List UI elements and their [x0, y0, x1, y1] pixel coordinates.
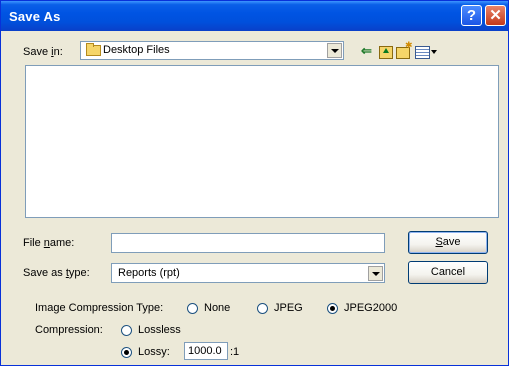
- views-dropdown-arrow-icon[interactable]: [431, 50, 437, 54]
- radio-jpeg[interactable]: [257, 303, 268, 314]
- radio-lossless-label: Lossless: [138, 324, 181, 336]
- radio-jpeg-label: JPEG: [274, 302, 303, 314]
- cancel-button[interactable]: Cancel: [408, 261, 488, 284]
- radio-lossy[interactable]: [121, 347, 132, 358]
- radio-jpeg2000[interactable]: [327, 303, 338, 314]
- save-in-dropdown[interactable]: Desktop Files: [80, 41, 344, 60]
- save-as-type-dropdown[interactable]: Reports (rpt): [111, 263, 385, 283]
- chevron-down-icon[interactable]: [368, 266, 383, 281]
- file-name-label: File name:: [23, 237, 75, 249]
- save-button[interactable]: Save: [408, 231, 488, 254]
- radio-jpeg2000-label: JPEG2000: [344, 302, 398, 314]
- views-menu-icon[interactable]: [415, 46, 430, 59]
- radio-none-label: None: [204, 302, 231, 314]
- window-title: Save As: [9, 9, 61, 24]
- close-button[interactable]: ✕: [485, 5, 506, 26]
- compression-type-label: Image Compression Type:: [35, 302, 164, 314]
- radio-none[interactable]: [187, 303, 198, 314]
- help-button[interactable]: ?: [461, 5, 482, 26]
- folder-icon: [86, 43, 101, 56]
- back-icon[interactable]: ⇐: [361, 44, 375, 58]
- radio-lossless[interactable]: [121, 325, 132, 336]
- save-in-folder: Desktop Files: [103, 44, 170, 56]
- save-as-dialog: Save As ? ✕ Save in: Desktop Files ⇐ Fil…: [0, 0, 509, 366]
- lossy-ratio-input[interactable]: 1000.0: [184, 342, 228, 360]
- chevron-down-icon[interactable]: [327, 43, 342, 58]
- title-bar[interactable]: Save As ? ✕: [1, 1, 508, 31]
- ratio-suffix: :1: [230, 346, 240, 358]
- file-list[interactable]: [25, 65, 499, 218]
- radio-lossy-label: Lossy:: [138, 346, 170, 358]
- save-as-type-label: Save as type:: [23, 267, 90, 279]
- save-in-label: Save in:: [23, 46, 63, 58]
- compression-label: Compression:: [35, 324, 103, 336]
- save-as-type-value: Reports (rpt): [118, 267, 180, 279]
- new-folder-icon[interactable]: [396, 40, 413, 59]
- file-name-input[interactable]: [111, 233, 385, 253]
- up-folder-icon[interactable]: [379, 46, 393, 59]
